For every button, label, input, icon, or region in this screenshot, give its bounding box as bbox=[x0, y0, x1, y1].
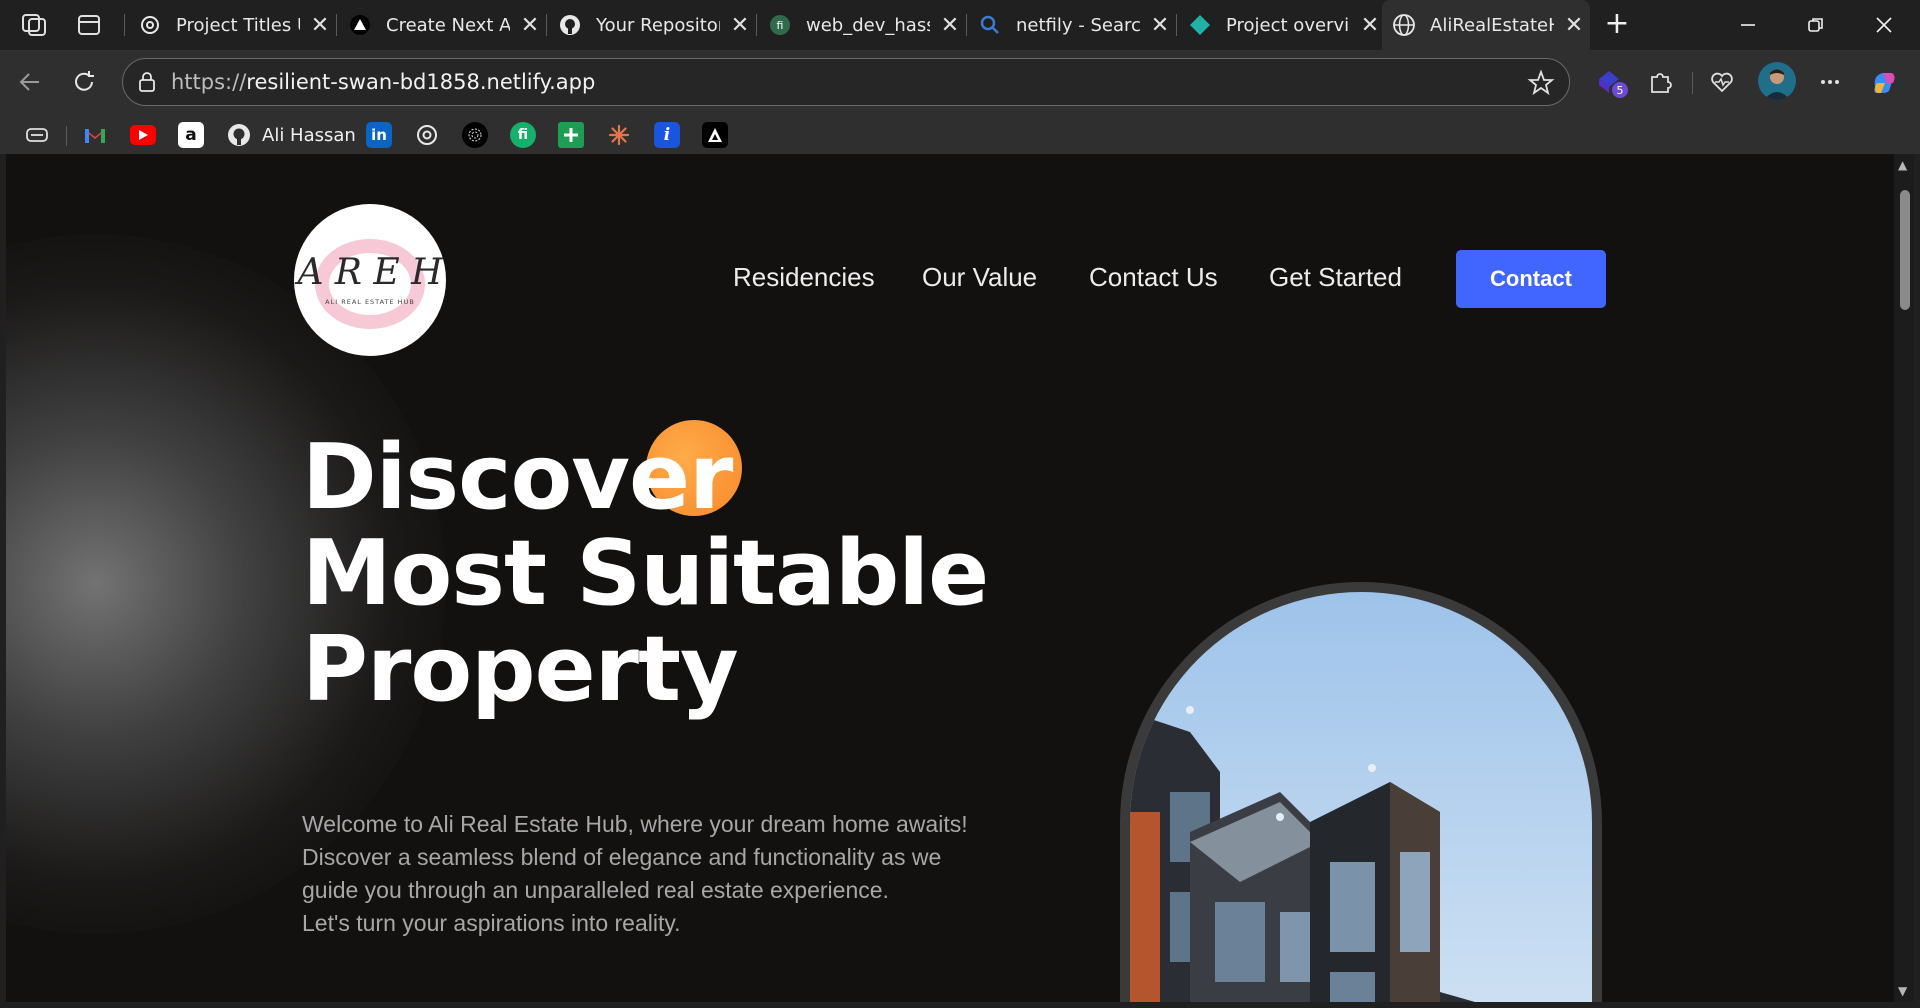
vercel-icon bbox=[348, 13, 372, 37]
browser-toolbar: https://resilient-swan-bd1858.netlify.ap… bbox=[0, 50, 1920, 114]
more-options-icon[interactable] bbox=[1814, 66, 1846, 98]
tab-title: Project overvie bbox=[1226, 14, 1350, 36]
minimize-button[interactable] bbox=[1720, 8, 1776, 42]
hero-description-line: Let's turn your aspirations into reality… bbox=[302, 910, 681, 936]
bookmarks-bar: a Ali Hassan in fi i bbox=[0, 114, 1920, 154]
scroll-down-icon[interactable]: ▼ bbox=[1898, 984, 1907, 998]
copilot-icon[interactable] bbox=[1868, 66, 1900, 98]
info-icon[interactable]: i bbox=[654, 122, 680, 148]
nav-residencies[interactable]: Residencies bbox=[733, 262, 875, 293]
netlify-icon bbox=[1188, 13, 1212, 37]
url-scheme: https:// bbox=[171, 70, 247, 94]
hero-title-line: Most Suitable bbox=[302, 521, 989, 626]
openai-icon[interactable] bbox=[414, 122, 440, 148]
browser-window: Project Titles U ✕ Create Next Ap ✕ Your… bbox=[0, 0, 1920, 1008]
globe-icon bbox=[1392, 13, 1416, 37]
close-icon[interactable]: ✕ bbox=[308, 13, 332, 38]
hero-title-line: Discover bbox=[302, 425, 733, 530]
extension-badge: 5 bbox=[1612, 82, 1628, 98]
tab-title: web_dev_hassa bbox=[806, 14, 930, 36]
scroll-up-icon[interactable]: ▲ bbox=[1898, 158, 1907, 172]
logo-text: A R E H bbox=[294, 252, 443, 293]
close-window-button[interactable] bbox=[1856, 8, 1912, 42]
extensions-puzzle-icon[interactable] bbox=[1644, 66, 1676, 98]
nav-contact-us[interactable]: Contact Us bbox=[1089, 262, 1218, 293]
url-host: resilient-swan-bd1858.netlify.app bbox=[246, 70, 596, 94]
openai-icon bbox=[138, 13, 162, 37]
svg-text:fi: fi bbox=[777, 19, 784, 32]
nav-get-started[interactable]: Get Started bbox=[1269, 262, 1402, 293]
lock-icon[interactable] bbox=[135, 70, 159, 94]
logo-subtext: ALI REAL ESTATE HUB bbox=[325, 298, 415, 306]
close-icon[interactable]: ✕ bbox=[1358, 13, 1382, 38]
contact-button[interactable]: Contact bbox=[1456, 250, 1606, 308]
close-icon[interactable]: ✕ bbox=[518, 13, 542, 38]
tab-web-dev[interactable]: fi web_dev_hassa ✕ bbox=[758, 6, 962, 44]
page-viewport: A R E H ALI REAL ESTATE HUB Residencies … bbox=[6, 154, 1894, 1002]
vercel-icon[interactable] bbox=[702, 122, 728, 148]
workspaces-icon[interactable] bbox=[20, 12, 50, 38]
github-icon bbox=[558, 13, 582, 37]
hero-description-line: Welcome to Ali Real Estate Hub, where yo… bbox=[302, 811, 968, 837]
new-tab-button[interactable]: + bbox=[1602, 9, 1632, 40]
tab-title: netfily - Search bbox=[1016, 14, 1140, 36]
gmail-icon[interactable] bbox=[82, 122, 108, 148]
tab-bar: Project Titles U ✕ Create Next Ap ✕ Your… bbox=[0, 0, 1920, 50]
perplexity-icon[interactable] bbox=[462, 122, 488, 148]
refresh-button[interactable] bbox=[66, 64, 102, 100]
health-icon[interactable] bbox=[1706, 66, 1738, 98]
scrollbar-thumb[interactable] bbox=[1900, 190, 1910, 310]
close-icon[interactable]: ✕ bbox=[1562, 13, 1586, 38]
sheets-plus-icon[interactable] bbox=[558, 122, 584, 148]
tab-your-repositories[interactable]: Your Repositor ✕ bbox=[548, 6, 752, 44]
site-logo[interactable]: A R E H ALI REAL ESTATE HUB bbox=[294, 204, 446, 356]
close-icon[interactable]: ✕ bbox=[728, 13, 752, 38]
hero-image-frame bbox=[1120, 582, 1602, 1002]
hero-title: Discover Most Suitable Property bbox=[302, 425, 989, 722]
address-bar[interactable]: https://resilient-swan-bd1858.netlify.ap… bbox=[122, 58, 1570, 106]
restore-button[interactable] bbox=[1788, 8, 1844, 42]
linkedin-icon[interactable]: in bbox=[366, 122, 392, 148]
tab-project-titles[interactable]: Project Titles U ✕ bbox=[128, 6, 332, 44]
hero-building-image bbox=[1130, 592, 1592, 1002]
tab-actions-icon[interactable] bbox=[76, 12, 102, 38]
extension-icon[interactable]: 5 bbox=[1594, 66, 1628, 98]
tab-netfily-search[interactable]: netfily - Search ✕ bbox=[968, 6, 1172, 44]
search-icon bbox=[978, 13, 1002, 37]
bookmark-bar-icon[interactable] bbox=[24, 122, 50, 148]
back-button[interactable] bbox=[12, 64, 48, 100]
url-text[interactable]: https://resilient-swan-bd1858.netlify.ap… bbox=[171, 70, 595, 94]
tab-ali-real-estate-hub[interactable]: AliRealEstateHu ✕ bbox=[1382, 0, 1590, 50]
youtube-icon[interactable] bbox=[130, 122, 156, 148]
hero-description-line: guide you through an unparalleled real e… bbox=[302, 877, 889, 903]
tab-title: Create Next Ap bbox=[386, 14, 510, 36]
tab-title: AliRealEstateHu bbox=[1430, 14, 1554, 36]
tab-title: Project Titles U bbox=[176, 14, 300, 36]
tab-project-overview[interactable]: Project overvie ✕ bbox=[1178, 6, 1382, 44]
hero-description: Welcome to Ali Real Estate Hub, where yo… bbox=[302, 808, 968, 940]
tab-title: Your Repositor bbox=[596, 14, 720, 36]
amazon-icon[interactable]: a bbox=[178, 122, 204, 148]
close-icon[interactable]: ✕ bbox=[1148, 13, 1172, 38]
nav-our-value[interactable]: Our Value bbox=[922, 262, 1037, 293]
fi-icon: fi bbox=[768, 13, 792, 37]
hero-description-line: Discover a seamless blend of elegance an… bbox=[302, 844, 942, 870]
page-scrollbar[interactable]: ▲ ▼ bbox=[1894, 154, 1914, 1002]
avatar[interactable] bbox=[1758, 62, 1796, 100]
fi-icon[interactable]: fi bbox=[510, 122, 536, 148]
close-icon[interactable]: ✕ bbox=[938, 13, 962, 38]
claude-icon[interactable] bbox=[606, 122, 632, 148]
hero-title-line: Property bbox=[302, 617, 739, 722]
bookmark-label: Ali Hassan bbox=[262, 124, 356, 146]
tab-create-next-app[interactable]: Create Next Ap ✕ bbox=[338, 6, 542, 44]
bookmark-ali-hassan[interactable]: Ali Hassan bbox=[226, 122, 356, 148]
github-icon bbox=[226, 122, 252, 148]
star-icon[interactable] bbox=[1527, 69, 1555, 97]
